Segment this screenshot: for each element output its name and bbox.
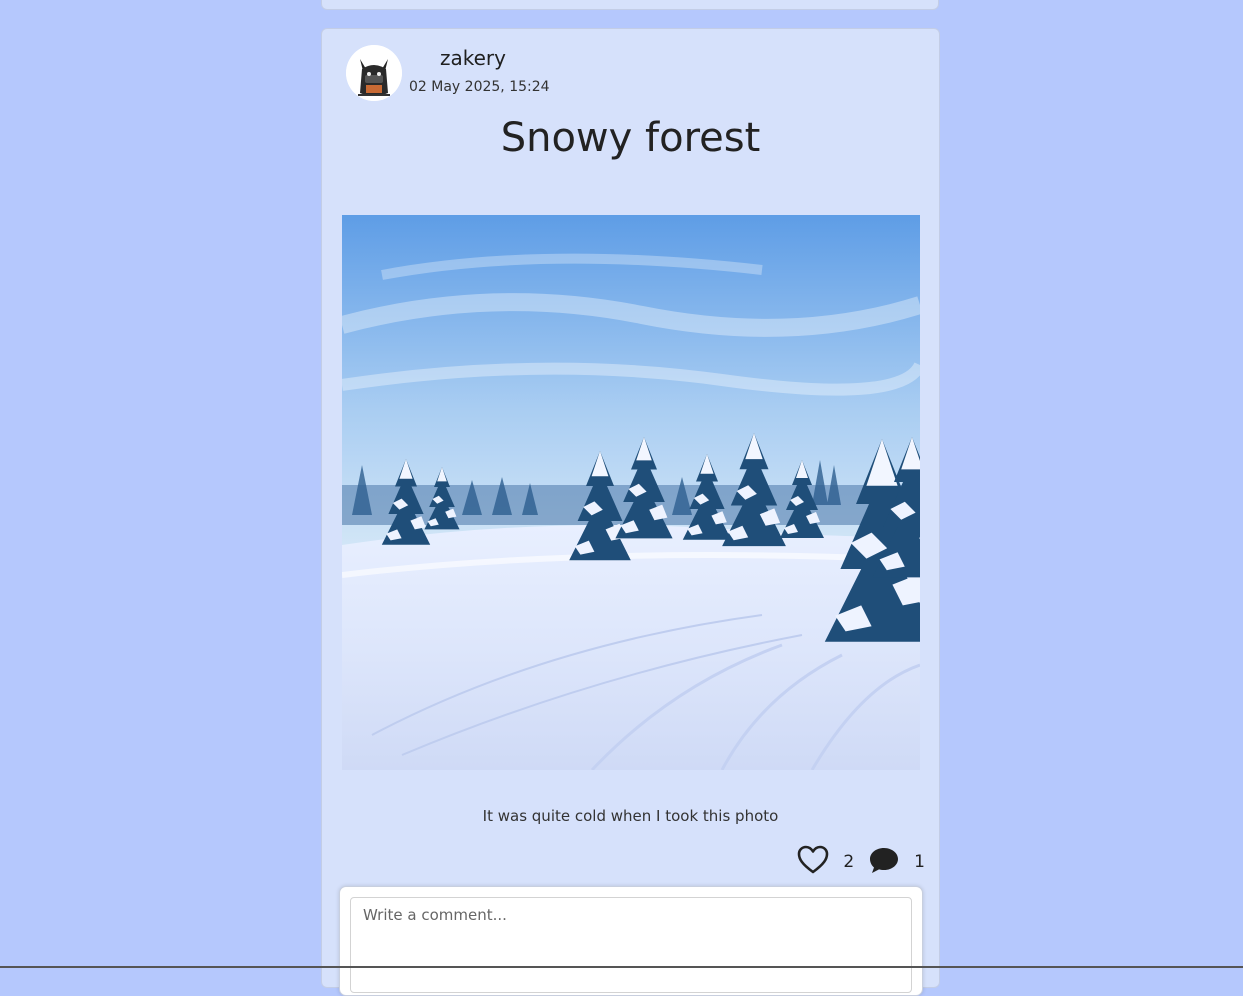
snowy-forest-photo	[342, 215, 920, 770]
post-photo	[342, 215, 920, 770]
previous-post-card	[321, 0, 939, 10]
comment-input[interactable]	[350, 897, 912, 993]
comment-count: 1	[914, 852, 925, 872]
cat-avatar-image	[346, 45, 402, 101]
post-actions: 2 1	[797, 845, 925, 879]
post-author-username[interactable]: zakery	[440, 46, 506, 70]
post-caption: It was quite cold when I took this photo	[482, 807, 779, 825]
post-timestamp: 02 May 2025, 15:24	[409, 79, 550, 95]
post-card: zakery 02 May 2025, 15:24 Snowy forest I…	[321, 28, 940, 996]
heart-icon[interactable]	[797, 845, 829, 879]
like-count: 2	[843, 852, 855, 872]
like-button[interactable]: 2	[797, 845, 854, 879]
comments-button[interactable]: 1	[868, 846, 925, 878]
comment-form	[339, 886, 923, 996]
post-title: Snowy forest	[500, 115, 761, 161]
avatar[interactable]	[346, 45, 402, 101]
speech-bubble-icon[interactable]	[868, 846, 900, 878]
